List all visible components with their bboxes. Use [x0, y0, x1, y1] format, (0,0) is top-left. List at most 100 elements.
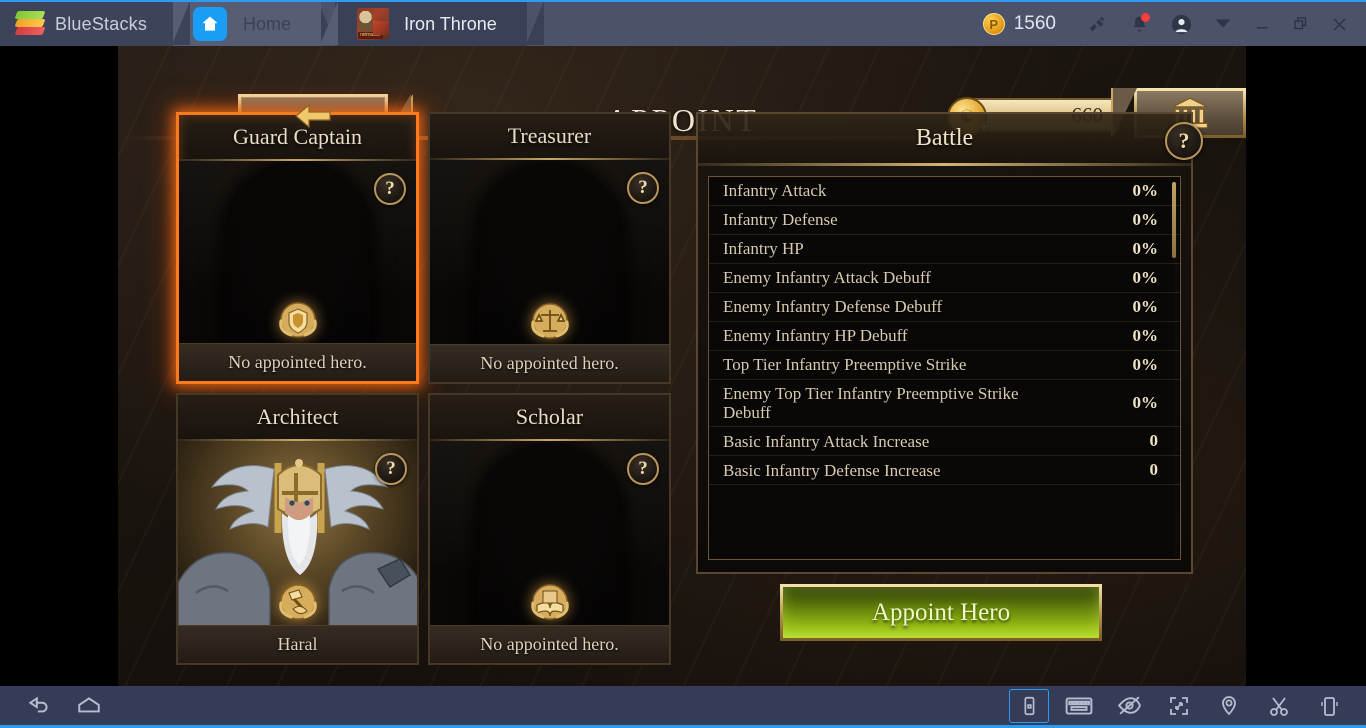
role-card-portrait: ?: [178, 441, 417, 625]
notification-bell-icon[interactable]: [1122, 7, 1156, 41]
tab-iron-throne[interactable]: netmarble Iron Throne: [318, 2, 544, 46]
table-row: Basic Infantry Defense Increase 0: [709, 456, 1180, 486]
tab-iron-throne-label: Iron Throne: [404, 13, 497, 34]
stat-label: Basic Infantry Defense Increase: [723, 460, 941, 480]
stat-value: 0%: [1132, 268, 1159, 287]
titlebar: BlueStacks Home netmarble Iron Throne P …: [0, 0, 1366, 46]
help-icon[interactable]: ?: [627, 172, 659, 204]
stat-label: Enemy Infantry Attack Debuff: [723, 268, 931, 288]
points-badge[interactable]: P 1560: [982, 13, 1056, 35]
tab-home-label: Home: [243, 13, 292, 34]
battle-stats-title: Battle: [915, 125, 974, 151]
role-card-guard-captain[interactable]: Guard Captain ? No appointed hero.: [176, 112, 419, 384]
minimize-button[interactable]: [1244, 2, 1282, 46]
stat-value: 0%: [1132, 181, 1159, 200]
shake-phone-icon[interactable]: [1309, 689, 1349, 723]
help-icon[interactable]: ?: [374, 173, 406, 205]
brand-label: BlueStacks: [55, 13, 148, 34]
stat-value: 0%: [1132, 393, 1159, 413]
stat-label: Enemy Infantry HP Debuff: [723, 326, 908, 346]
table-row: Enemy Infantry Defense Debuff 0%: [709, 293, 1180, 322]
stat-value: 0%: [1132, 210, 1159, 229]
hammer-laurel-emblem: [278, 584, 317, 620]
rotate-portrait-icon[interactable]: [1009, 688, 1049, 723]
table-row: Infantry Attack 0%: [709, 177, 1180, 206]
role-card-status: No appointed hero.: [430, 344, 669, 382]
role-card-status: No appointed hero.: [430, 625, 669, 663]
stat-value: 0%: [1132, 297, 1159, 316]
android-home-icon[interactable]: [69, 689, 109, 723]
stat-value: 0%: [1132, 326, 1159, 345]
stat-label: Infantry HP: [723, 239, 804, 259]
iron-throne-app-icon: netmarble: [357, 8, 390, 40]
battle-stats-list[interactable]: Infantry Attack 0% Infantry Defense 0% I…: [708, 176, 1181, 560]
book-laurel-emblem: [530, 584, 569, 620]
stat-label: Enemy Top Tier Infantry Preemptive Strik…: [723, 384, 1019, 423]
chevron-down-icon[interactable]: [1206, 7, 1240, 41]
scales-laurel-emblem: [530, 303, 569, 339]
role-card-status: No appointed hero.: [179, 343, 416, 381]
game-canvas: APPOINT ☯ + 660: [118, 46, 1246, 686]
stats-scrollbar-track[interactable]: [1172, 179, 1178, 557]
titlebar-right-controls: P 1560: [982, 2, 1366, 46]
stat-label: Enemy Infantry Defense Debuff: [723, 297, 943, 317]
stat-value: 0%: [1132, 355, 1159, 374]
megaphone-icon[interactable]: [1080, 7, 1114, 41]
user-avatar-icon[interactable]: [1164, 7, 1198, 41]
role-card-treasurer[interactable]: Treasurer ? No appointed hero.: [428, 112, 671, 384]
help-icon[interactable]: ?: [375, 453, 407, 485]
role-card-portrait: ?: [430, 441, 669, 625]
scissors-icon[interactable]: [1259, 689, 1299, 723]
bottom-toolbar: [0, 686, 1366, 728]
table-row: Infantry HP 0%: [709, 235, 1180, 264]
table-row: Enemy Infantry HP Debuff 0%: [709, 322, 1180, 351]
location-pin-icon[interactable]: [1209, 689, 1249, 723]
table-row: Enemy Top Tier Infantry Preemptive Strik…: [709, 380, 1180, 428]
battle-stats-header: Battle ?: [698, 114, 1203, 166]
role-card-scholar[interactable]: Scholar ? No appointed hero.: [428, 393, 671, 665]
bluestacks-window: BlueStacks Home netmarble Iron Throne P …: [0, 0, 1366, 728]
appoint-hero-button[interactable]: Appoint Hero: [780, 584, 1102, 641]
role-card-title: Architect: [178, 395, 417, 441]
table-row: Enemy Infantry Attack Debuff 0%: [709, 264, 1180, 293]
appoint-hero-label: Appoint Hero: [871, 598, 1011, 626]
brand-area: BlueStacks: [0, 2, 191, 46]
points-value: 1560: [1013, 13, 1056, 34]
home-icon: [193, 7, 228, 41]
stat-value: 0%: [1132, 239, 1159, 258]
android-back-icon[interactable]: [19, 689, 59, 723]
tab-home[interactable]: Home: [154, 2, 339, 46]
fullscreen-icon[interactable]: [1159, 689, 1199, 723]
keyboard-icon[interactable]: [1059, 689, 1099, 723]
restore-button[interactable]: [1282, 2, 1320, 46]
stat-value: 0: [1149, 460, 1159, 480]
role-card-title: Scholar: [430, 395, 669, 441]
stat-label: Infantry Defense: [723, 210, 838, 230]
stat-value: 0: [1149, 431, 1159, 451]
role-card-status: Haral: [178, 625, 417, 663]
table-row: Infantry Defense 0%: [709, 206, 1180, 235]
bottom-toolbar-left: [0, 689, 114, 723]
bluestacks-logo-icon: [14, 11, 46, 37]
table-row: Basic Infantry Attack Increase 0: [709, 427, 1180, 457]
bottom-toolbar-right: [1004, 688, 1366, 723]
help-icon[interactable]: ?: [1165, 122, 1203, 160]
role-card-architect[interactable]: Architect ? Haral: [176, 393, 419, 665]
back-arrow-icon: [295, 103, 331, 129]
role-card-title: Treasurer: [430, 114, 669, 160]
eye-slash-icon[interactable]: [1109, 689, 1149, 723]
game-viewport: APPOINT ☯ + 660: [0, 46, 1366, 686]
shield-laurel-emblem: [278, 302, 317, 338]
close-button[interactable]: [1320, 2, 1358, 46]
role-card-portrait: ?: [179, 161, 416, 343]
stats-scrollbar-thumb[interactable]: [1172, 182, 1176, 258]
help-icon[interactable]: ?: [627, 453, 659, 485]
stat-label: Basic Infantry Attack Increase: [723, 431, 930, 451]
role-card-portrait: ?: [430, 160, 669, 344]
stat-label: Infantry Attack: [723, 181, 827, 201]
battle-stats-panel: Battle ? Infantry Attack 0% Infantry Def…: [696, 112, 1203, 574]
stat-label: Top Tier Infantry Preemptive Strike: [723, 355, 967, 375]
notification-dot: [1141, 13, 1150, 22]
points-coin-icon: P: [982, 13, 1005, 35]
table-row: Top Tier Infantry Preemptive Strike 0%: [709, 351, 1180, 380]
